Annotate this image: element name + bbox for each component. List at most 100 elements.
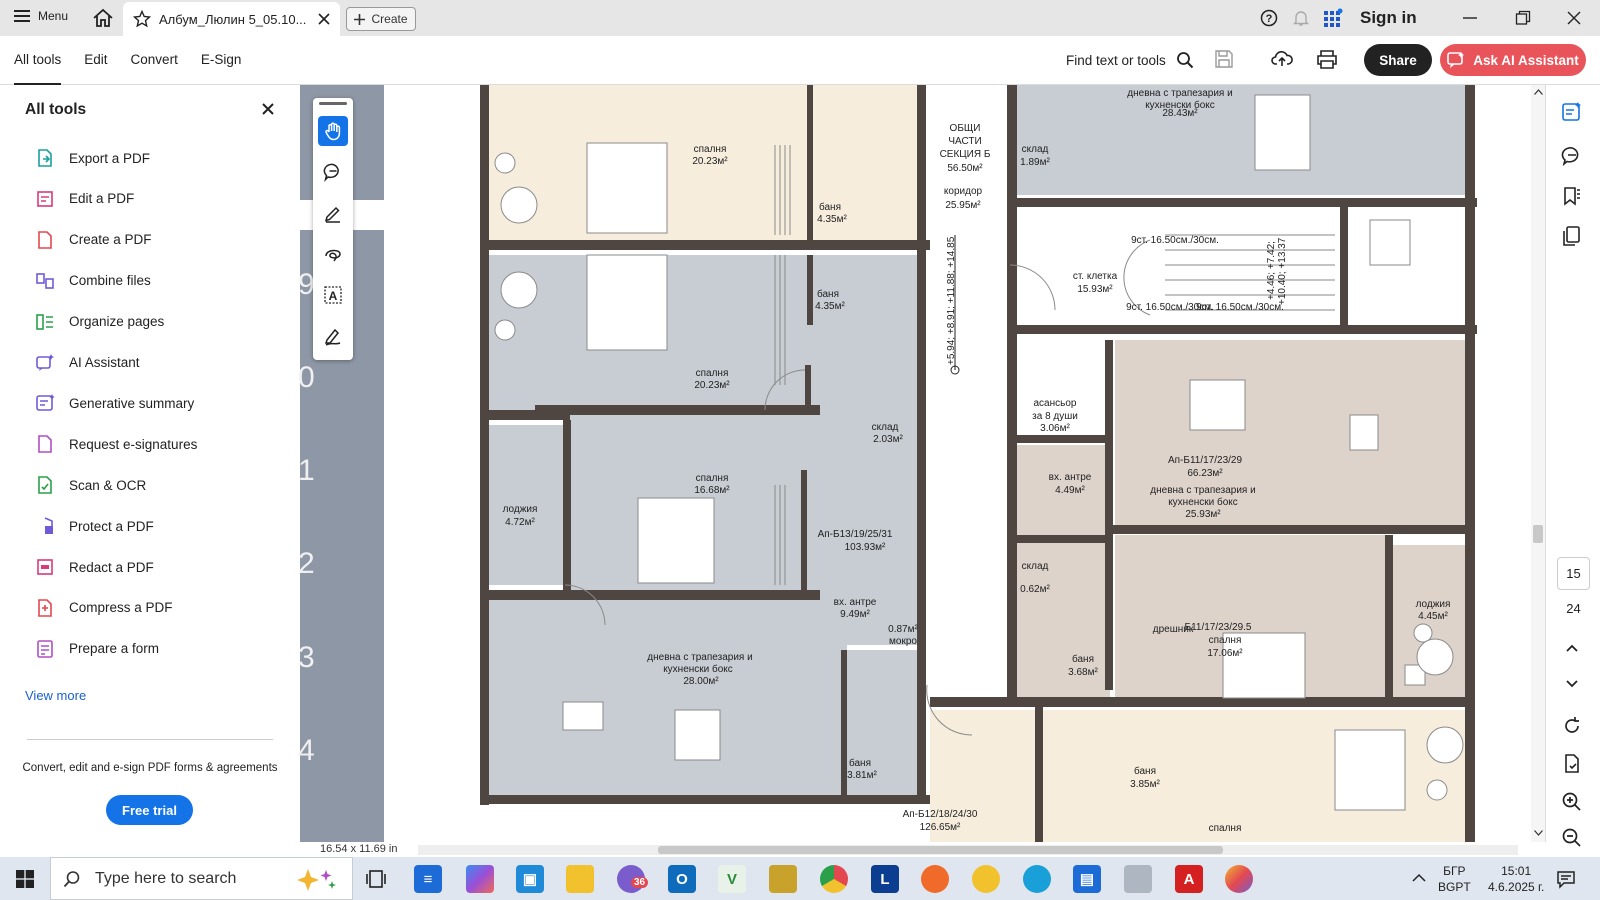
taskbar-firefox-icon[interactable] <box>921 865 949 893</box>
taskbar-file-explorer-icon[interactable] <box>566 865 594 893</box>
comments-icon[interactable] <box>1561 145 1583 167</box>
horizontal-scrollbar[interactable] <box>418 845 1518 855</box>
room-label: 4.72м² <box>505 517 535 528</box>
horizontal-scroll-thumb[interactable] <box>658 846 1223 854</box>
document-tab[interactable]: Албум_Люлин 5_05.10... <box>123 2 340 36</box>
clock[interactable]: 15:01 4.6.2025 г. <box>1488 863 1544 895</box>
taskbar-acrobat-icon[interactable]: A <box>1175 865 1203 893</box>
signature-icon[interactable] <box>318 321 348 351</box>
stair-level-marks: +10.40; +13.37 <box>1277 237 1288 305</box>
tray-chevron-icon[interactable] <box>1412 873 1426 882</box>
taskbar-viber-icon[interactable]: 36 <box>617 865 649 893</box>
taskbar-ms-store-icon[interactable]: ▤ <box>1073 865 1101 893</box>
free-trial-button[interactable]: Free trial <box>106 795 193 825</box>
cloud-upload-icon[interactable] <box>1271 49 1293 69</box>
rotate-icon[interactable] <box>1561 715 1583 737</box>
room-label: ст. клетка <box>1073 271 1118 282</box>
taskbar-l-app-icon[interactable]: L <box>871 865 899 893</box>
taskbar-chrome-icon[interactable] <box>820 865 848 893</box>
taskbar-store-icon[interactable]: ▣ <box>516 865 544 893</box>
scroll-down-icon[interactable] <box>1534 830 1543 836</box>
draw-freehand-icon[interactable] <box>318 239 348 269</box>
taskbar-printer-icon[interactable] <box>1124 865 1152 893</box>
task-view-icon[interactable] <box>366 869 386 889</box>
current-page-input[interactable]: 15 <box>1557 557 1590 590</box>
find-tools-search[interactable]: Find text or tools <box>1066 51 1194 69</box>
notification-bell-icon[interactable] <box>1292 0 1310 36</box>
pages-icon[interactable] <box>1561 225 1583 247</box>
close-window-icon[interactable] <box>1566 0 1582 36</box>
zoom-in-icon[interactable] <box>1561 791 1583 813</box>
tool-item-scan-ocr[interactable]: Scan & OCR <box>35 473 146 497</box>
tool-item-compress-pdf[interactable]: Compress a PDF <box>35 596 173 620</box>
print-icon[interactable] <box>1316 49 1338 69</box>
tab-e-sign[interactable]: E-Sign <box>201 36 254 84</box>
taskbar-edge-icon[interactable] <box>1023 865 1051 893</box>
tool-item-organize-pages[interactable]: Organize pages <box>35 310 164 334</box>
next-page-icon[interactable] <box>1561 677 1583 691</box>
scroll-up-icon[interactable] <box>1534 89 1543 95</box>
close-tab-icon[interactable] <box>318 13 330 25</box>
sign-in-button[interactable]: Sign in <box>1360 0 1417 36</box>
room-label: 25.95м² <box>945 200 981 211</box>
close-panel-icon[interactable] <box>262 103 274 115</box>
tool-item-generative-summary[interactable]: Generative summary <box>35 391 194 415</box>
drag-grip[interactable] <box>319 102 347 105</box>
tool-item-request-esignatures[interactable]: Request e-signatures <box>35 432 197 456</box>
tab-all-tools[interactable]: All tools <box>14 36 73 85</box>
floor-plan-page: спалня 20.23м² баня 4.35м² спалня 20.23м² баня… <box>475 85 1545 842</box>
taskbar-app-icon[interactable] <box>769 865 797 893</box>
tool-item-edit-pdf[interactable]: Edit a PDF <box>35 187 134 211</box>
tool-item-create-pdf[interactable]: Create a PDF <box>35 228 152 252</box>
menu-button[interactable]: Menu <box>14 9 68 23</box>
stair-level-marks: +4.46; +7.42; <box>1266 241 1277 300</box>
tool-item-export-pdf[interactable]: Export a PDF <box>35 146 150 170</box>
comment-tool-icon[interactable] <box>318 157 348 187</box>
taskbar-app-last-icon[interactable] <box>1225 865 1253 893</box>
previous-page-icon[interactable] <box>1561 641 1583 655</box>
taskbar-copilot-icon[interactable] <box>466 865 494 893</box>
help-icon[interactable]: ? <box>1260 0 1278 36</box>
tool-item-ai-assistant[interactable]: AI Assistant <box>35 351 140 375</box>
windows-start-icon[interactable] <box>16 870 34 888</box>
share-button[interactable]: Share <box>1364 44 1432 76</box>
star-icon[interactable] <box>133 10 151 28</box>
room-label: Ап-Б13/19/25/31 <box>818 529 893 540</box>
hand-tool-icon[interactable] <box>318 116 348 146</box>
taskbar-vector-icon[interactable]: V <box>718 865 746 893</box>
vertical-scrollbar[interactable] <box>1531 85 1545 842</box>
room-label: коридор <box>944 186 983 197</box>
taskbar-app-widgets-icon[interactable]: ≡ <box>414 865 442 893</box>
taskbar-search-box[interactable]: Type here to search <box>50 857 353 900</box>
tool-item-prepare-form[interactable]: Prepare a form <box>35 637 159 661</box>
page-export-icon[interactable] <box>1561 753 1583 775</box>
room-label: дневна с трапезария и <box>647 652 752 663</box>
taskbar-norton-icon[interactable] <box>972 865 1000 893</box>
redact-pdf-icon <box>35 557 55 577</box>
tab-edit[interactable]: Edit <box>84 36 119 84</box>
ai-summary-icon[interactable] <box>1561 101 1583 123</box>
bookmarks-icon[interactable] <box>1561 185 1583 207</box>
create-button[interactable]: Create <box>346 7 416 31</box>
restore-icon[interactable] <box>1515 0 1531 36</box>
text-box-icon[interactable]: A <box>318 280 348 310</box>
view-more-link[interactable]: View more <box>25 688 86 703</box>
tool-item-redact-pdf[interactable]: Redact a PDF <box>35 555 154 579</box>
minimize-icon[interactable] <box>1462 0 1478 36</box>
tool-item-combine-files[interactable]: Combine files <box>35 269 151 293</box>
save-icon[interactable] <box>1214 49 1234 69</box>
promo-text: Convert, edit and e-sign PDF forms & agr… <box>22 762 278 774</box>
taskbar-outlook-icon[interactable]: O <box>668 865 696 893</box>
home-icon[interactable] <box>92 8 114 28</box>
ask-ai-assistant-button[interactable]: Ask AI Assistant <box>1440 44 1586 76</box>
language-indicator[interactable]: БГР BGPT <box>1438 863 1471 895</box>
zoom-out-icon[interactable] <box>1561 827 1583 849</box>
total-pages: 24 <box>1566 601 1581 616</box>
highlight-pen-icon[interactable] <box>318 198 348 228</box>
tool-item-protect-pdf[interactable]: Protect a PDF <box>35 514 154 538</box>
vertical-scroll-thumb[interactable] <box>1533 525 1543 543</box>
notifications-icon[interactable] <box>1556 869 1576 889</box>
ai-assistant-icon <box>35 353 55 373</box>
apps-grid-icon[interactable] <box>1323 0 1343 36</box>
tab-convert[interactable]: Convert <box>131 36 190 84</box>
